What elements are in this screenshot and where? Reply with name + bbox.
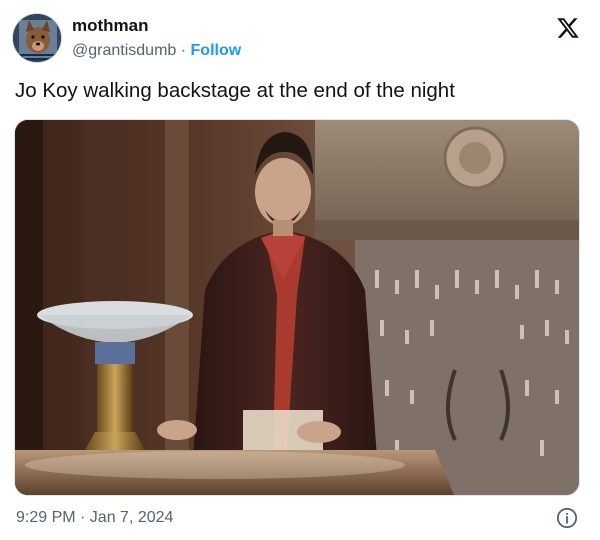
author-handle[interactable]: @grantisdumb bbox=[72, 42, 176, 59]
follow-button[interactable]: Follow bbox=[191, 42, 242, 59]
photo-man-in-suit-with-chalice bbox=[15, 120, 579, 495]
tweet-photo[interactable] bbox=[14, 119, 580, 496]
dog-avatar-icon bbox=[13, 14, 61, 62]
separator-dot: · bbox=[180, 42, 191, 59]
author-display-name[interactable]: mothman bbox=[72, 16, 149, 36]
tweet-timestamp[interactable]: 9:29 PM · Jan 7, 2024 bbox=[16, 509, 173, 527]
author-avatar[interactable] bbox=[12, 13, 62, 63]
tweet-card: mothman @grantisdumb · Follow Jo Koy wal… bbox=[0, 0, 600, 540]
x-logo-icon[interactable] bbox=[555, 16, 581, 40]
info-icon[interactable] bbox=[556, 507, 578, 529]
tweet-text: Jo Koy walking backstage at the end of t… bbox=[15, 79, 455, 102]
author-handle-row: @grantisdumb · Follow bbox=[72, 42, 241, 60]
